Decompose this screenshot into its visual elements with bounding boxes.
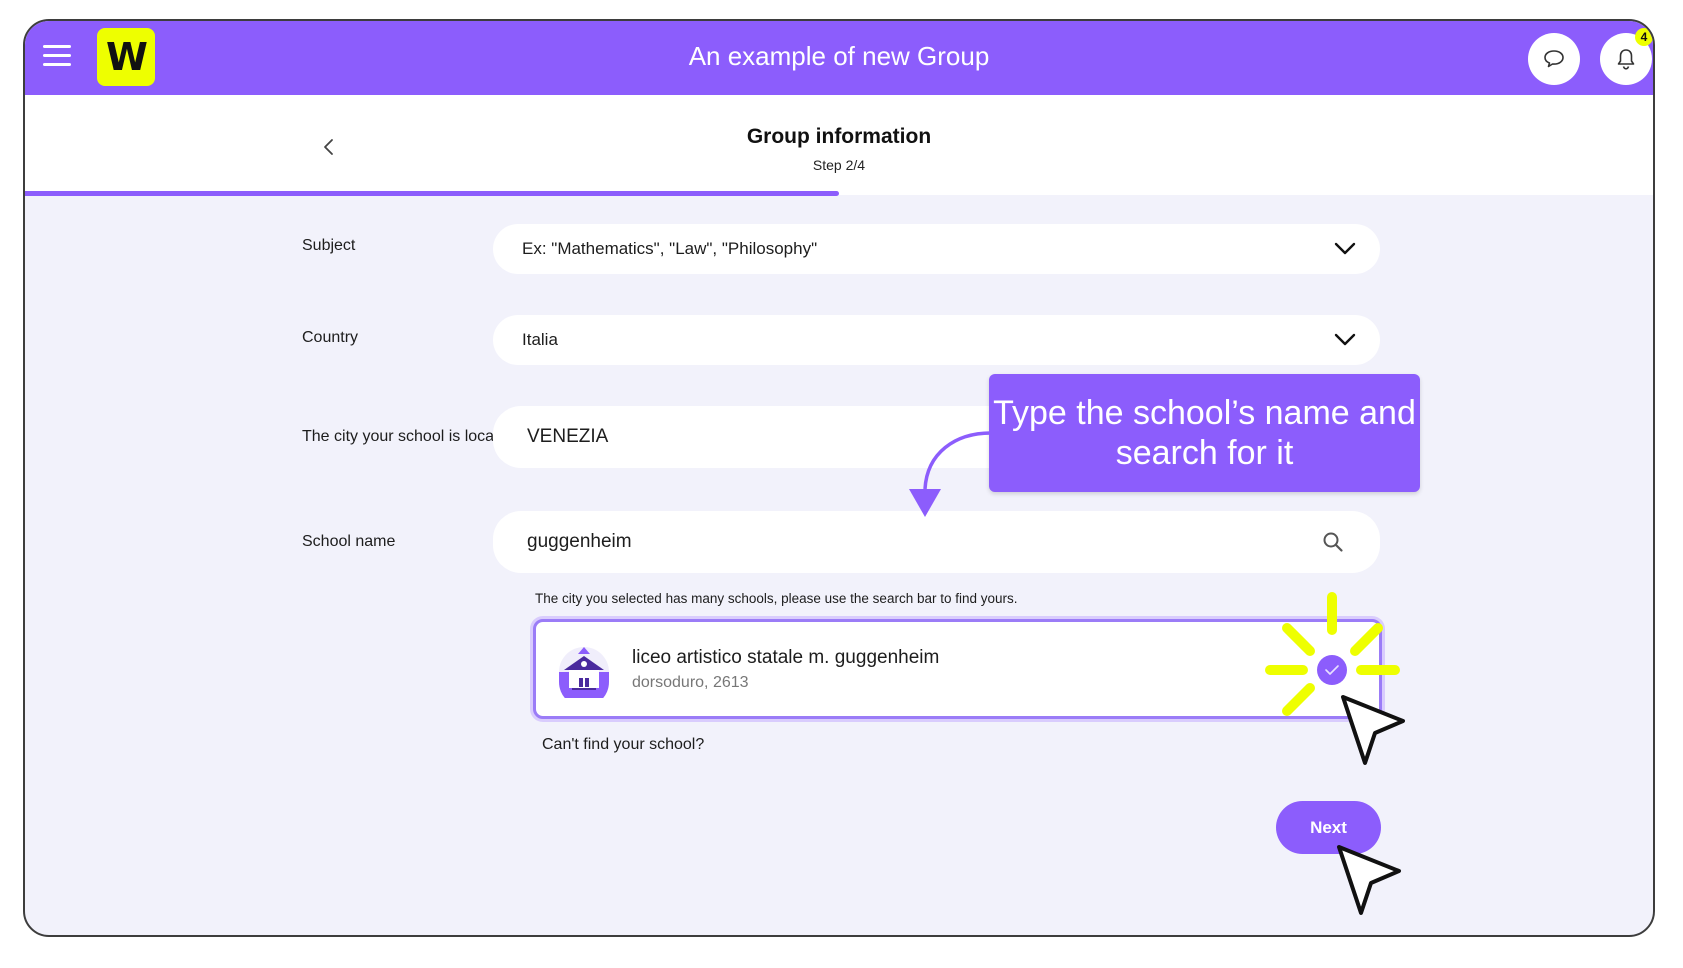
school-result-address: dorsoduro, 2613 xyxy=(632,674,749,691)
subject-placeholder: Ex: "Mathematics", "Law", "Philosophy" xyxy=(522,239,818,258)
chevron-down-icon xyxy=(1334,333,1356,346)
school-search-value: guggenheim xyxy=(527,531,632,552)
country-label: Country xyxy=(302,329,359,346)
school-name-label: School name xyxy=(302,533,396,550)
subject-label: Subject xyxy=(302,237,356,254)
search-icon[interactable] xyxy=(1322,531,1344,553)
bell-icon xyxy=(1617,49,1635,70)
country-select[interactable]: Italia xyxy=(493,315,1380,365)
school-result-card[interactable]: liceo artistico statale m. guggenheim do… xyxy=(533,619,1382,719)
city-value: VENEZIA xyxy=(527,426,609,447)
notifications-button[interactable]: 4 xyxy=(1600,28,1653,85)
school-building-icon xyxy=(559,647,609,698)
city-label: The city your school is located xyxy=(302,428,517,445)
chat-button[interactable] xyxy=(1528,33,1580,85)
step-progress-bar xyxy=(25,191,1653,196)
school-result-name: liceo artistico statale m. guggenheim xyxy=(632,647,940,668)
app-window: W An example of new Group 4 Group inform… xyxy=(23,19,1655,937)
top-bar: W An example of new Group 4 xyxy=(25,21,1653,95)
tutorial-tooltip: Type the school’s name and search for it xyxy=(989,374,1420,492)
cursor-pointer-icon xyxy=(1337,845,1401,915)
subject-select[interactable]: Ex: "Mathematics", "Law", "Philosophy" xyxy=(493,224,1380,274)
school-helper-text: The city you selected has many schools, … xyxy=(535,591,1018,606)
step-header: Group information Step 2/4 xyxy=(25,95,1653,195)
cant-find-school-link[interactable]: Can't find your school? xyxy=(542,736,704,754)
country-value: Italia xyxy=(522,330,558,349)
chat-bubble-icon xyxy=(1544,50,1564,68)
next-button[interactable]: Next xyxy=(1276,801,1381,854)
school-search-input[interactable]: guggenheim xyxy=(493,511,1380,573)
step-progress-fill xyxy=(25,191,839,196)
step-counter: Step 2/4 xyxy=(812,157,866,173)
group-title: An example of new Group xyxy=(688,41,990,71)
step-title: Group information xyxy=(746,125,932,148)
notification-count-badge: 4 xyxy=(1635,28,1653,46)
chevron-down-icon xyxy=(1334,242,1356,255)
